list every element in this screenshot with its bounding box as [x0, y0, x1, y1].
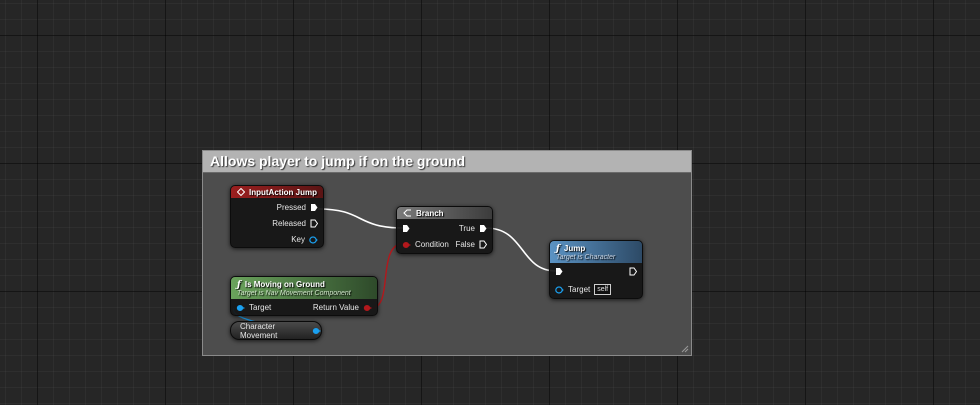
jump-exec-in-pin[interactable] — [555, 267, 563, 276]
jump-target-label: Target — [568, 285, 591, 294]
return-value-label: Return Value — [312, 303, 359, 312]
exec-pin-icon[interactable] — [629, 267, 637, 276]
exec-pin-icon[interactable] — [479, 240, 487, 249]
circle-pin-icon[interactable] — [309, 235, 318, 244]
diamond-icon — [237, 188, 245, 196]
target-self-field[interactable]: self — [594, 284, 612, 295]
jump-exec-out-pin[interactable] — [629, 267, 637, 276]
jump-node[interactable]: ƒ Jump Target is Character Target self — [549, 240, 643, 299]
jump-title: Jump — [563, 244, 586, 253]
true-pin[interactable]: True — [459, 224, 487, 233]
character-movement-node[interactable]: Character Movement — [230, 321, 322, 340]
circle-pin-icon[interactable] — [312, 327, 321, 335]
exec-pin-icon[interactable] — [310, 219, 318, 228]
is-moving-on-ground-header[interactable]: ƒ Is Moving on Ground Target is Nav Move… — [231, 277, 377, 299]
exec-pin-icon[interactable] — [310, 203, 318, 212]
is-moving-on-ground-node[interactable]: ƒ Is Moving on Ground Target is Nav Move… — [230, 276, 378, 316]
input-action-jump-node[interactable]: InputAction Jump Pressed Released Key — [230, 185, 324, 248]
true-label: True — [458, 224, 475, 233]
condition-pin[interactable]: Condition — [402, 240, 449, 249]
input-action-jump-header[interactable]: InputAction Jump — [231, 186, 323, 198]
key-pin[interactable]: Key — [291, 235, 318, 244]
pressed-label: Pressed — [276, 203, 306, 212]
is-moving-on-ground-title: Is Moving on Ground — [244, 280, 325, 289]
function-icon: ƒ — [237, 279, 241, 290]
circle-pin-icon[interactable] — [402, 241, 411, 249]
circle-pin-icon[interactable] — [363, 304, 372, 312]
exec-pin-icon[interactable] — [402, 224, 410, 233]
false-pin[interactable]: False — [455, 240, 487, 249]
branch-title: Branch — [416, 208, 444, 218]
character-movement-label: Character Movement — [240, 321, 278, 340]
exec-pin-icon[interactable] — [479, 224, 487, 233]
released-pin[interactable]: Released — [272, 219, 318, 228]
comment-title[interactable]: Allows player to jump if on the ground — [203, 151, 691, 173]
branch-header[interactable]: Branch — [397, 207, 492, 219]
jump-target-pin[interactable]: Target self — [555, 284, 612, 295]
return-value-pin[interactable]: Return Value — [313, 303, 372, 312]
false-label: False — [455, 240, 475, 249]
is-moving-target-pin[interactable]: Target — [236, 303, 271, 312]
released-label: Released — [272, 219, 306, 228]
circle-pin-icon[interactable] — [236, 304, 245, 312]
jump-subtitle: Target is Character — [556, 253, 616, 261]
is-moving-target-label: Target — [249, 303, 272, 312]
jump-header[interactable]: ƒ Jump Target is Character — [550, 241, 642, 263]
input-action-jump-title: InputAction Jump — [249, 187, 317, 197]
resize-grip-icon[interactable] — [681, 345, 689, 353]
function-icon: ƒ — [556, 243, 560, 254]
branch-icon — [403, 209, 412, 217]
exec-pin-icon[interactable] — [555, 267, 563, 276]
branch-exec-in-pin[interactable] — [402, 224, 410, 233]
pressed-pin[interactable]: Pressed — [277, 203, 318, 212]
is-moving-on-ground-subtitle: Target is Nav Movement Component — [237, 289, 351, 297]
circle-pin-icon[interactable] — [555, 285, 564, 294]
branch-node[interactable]: Branch Condition True False — [396, 206, 493, 254]
condition-label: Condition — [415, 240, 449, 249]
key-label: Key — [291, 235, 305, 244]
